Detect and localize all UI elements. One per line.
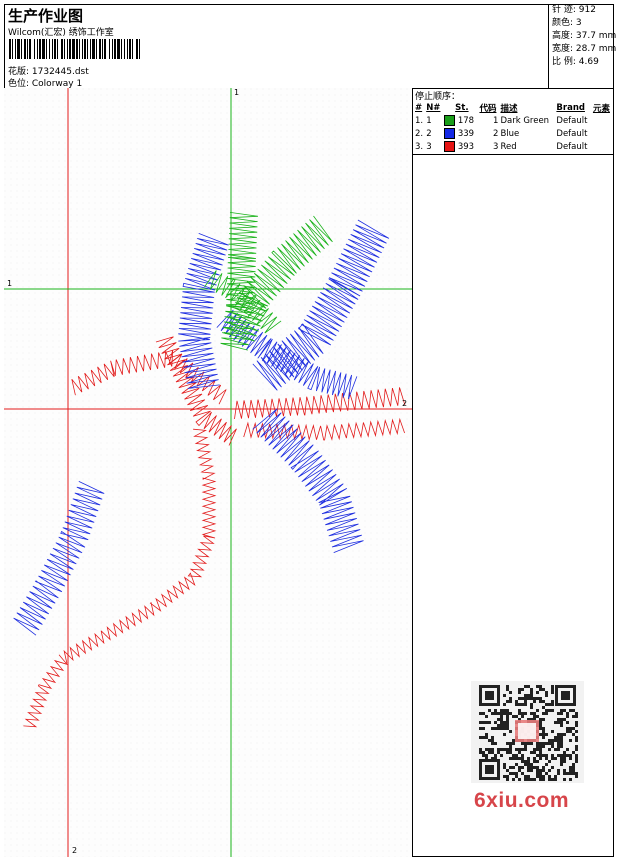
col-description: 描述 — [500, 103, 518, 114]
embroidery-preview — [4, 88, 412, 857]
row-code: 3 — [493, 141, 499, 152]
stitch-count: 针 迹: 912 — [552, 5, 596, 15]
row-brand: Default — [556, 115, 588, 126]
row-element — [592, 114, 613, 127]
stitch-count-value: 393 — [455, 142, 475, 152]
barcode-image — [9, 39, 140, 59]
row-needle: 2 — [426, 128, 432, 139]
row-description: Dark Green — [500, 115, 550, 126]
col-stitches: St. — [455, 102, 469, 113]
col-brand: Brand — [556, 102, 585, 113]
row-needle: 1 — [426, 115, 432, 126]
row-stitches: 393 — [443, 140, 478, 153]
row-brand: Default — [556, 141, 588, 152]
row-brand: Default — [556, 128, 588, 139]
table-row: 2. 2 339 2 Blue Default — [414, 127, 613, 140]
qr-code-image — [471, 681, 584, 783]
row-code: 2 — [493, 128, 499, 139]
red-vertical-guide-label: 2 — [72, 846, 78, 855]
row-index: 3. — [415, 141, 424, 152]
watermark-text: 6xiu.com — [474, 789, 570, 812]
scale-value: 比 例: 4.69 — [552, 57, 599, 67]
row-index: 2. — [415, 128, 424, 139]
stop-sequence-title: 停止顺序： — [415, 92, 461, 102]
col-element: 元素 — [592, 103, 610, 114]
green-horizontal-guide-label: 1 — [7, 279, 13, 288]
header: 生产作业图 Wilcom(汇宏) 绣饰工作室 花版: 1732445.dst 色… — [4, 4, 617, 89]
color-swatch — [444, 128, 456, 139]
row-code: 1 — [493, 115, 499, 126]
stop-sequence-panel: 停止顺序： # N# St. 代码 描述 Brand 元素 1. 1 178 1 Da… — [413, 88, 614, 155]
studio-name: Wilcom(汇宏) 绣饰工作室 — [8, 28, 114, 38]
width-value: 宽度: 28.7 mm — [552, 44, 617, 54]
row-element — [592, 140, 613, 153]
stats-box: 针 迹: 912 颜色: 3 高度: 37.7 mm 宽度: 28.7 mm 比… — [548, 4, 617, 88]
stitch-count-value: 178 — [455, 116, 475, 126]
col-code: 代码 — [479, 103, 497, 114]
row-element — [592, 127, 613, 140]
color-table: # N# St. 代码 描述 Brand 元素 1. 1 178 1 Dark Gre… — [414, 101, 613, 153]
green-vertical-guide-label: 1 — [234, 88, 240, 97]
color-count: 颜色: 3 — [552, 18, 582, 28]
color-swatch — [444, 141, 456, 152]
row-stitches: 178 — [443, 114, 478, 127]
page-title: 生产作业图 — [8, 7, 84, 25]
red-horizontal-guide-label: 2 — [402, 399, 408, 408]
row-index: 1. — [415, 115, 424, 126]
stitch-count-value: 339 — [455, 129, 475, 139]
color-swatch — [444, 115, 456, 126]
col-index: # — [415, 102, 423, 113]
design-canvas[interactable]: 1 1 2 2 — [4, 88, 413, 857]
height-value: 高度: 37.7 mm — [552, 31, 617, 41]
table-row: 3. 3 393 3 Red Default — [414, 140, 613, 153]
col-needle: N# — [426, 102, 441, 113]
row-description: Blue — [500, 128, 520, 139]
table-row: 1. 1 178 1 Dark Green Default — [414, 114, 613, 127]
row-stitches: 339 — [443, 127, 478, 140]
row-needle: 3 — [426, 141, 432, 152]
table-header-row: # N# St. 代码 描述 Brand 元素 — [414, 101, 613, 114]
row-description: Red — [500, 141, 517, 152]
